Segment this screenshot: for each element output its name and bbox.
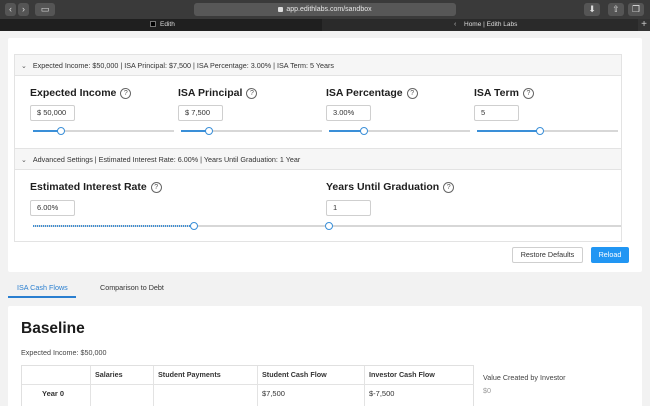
slider-handle[interactable] — [189, 222, 198, 230]
sidebar-toggle-icon[interactable]: ▭ — [35, 3, 55, 16]
tab-strip: Edith ‹ Home | Edith Labs — [0, 19, 650, 31]
isa-term-label: ISA Term? — [474, 87, 534, 99]
years-until-graduation-label: Years Until Graduation? — [326, 181, 455, 193]
years-until-graduation-slider[interactable] — [325, 222, 621, 230]
table-header: Student Payments — [158, 370, 221, 379]
table-header: Investor Cash Flow — [369, 370, 435, 379]
table-row-label: Year 0 — [42, 389, 65, 398]
table-header: Student Cash Flow — [262, 370, 327, 379]
help-icon[interactable]: ? — [120, 88, 132, 99]
browser-chrome: ‹ › ▭ app.edithlabs.com/sandbox ⬇ ⇧ ❐ Ed… — [0, 0, 650, 31]
browser-toolbar: ‹ › ▭ app.edithlabs.com/sandbox ⬇ ⇧ ❐ — [0, 0, 650, 19]
page-title: Baseline — [21, 320, 85, 337]
back-icon[interactable]: ‹ — [5, 3, 16, 16]
value-created-label: Value Created by Investor — [483, 373, 566, 382]
baseline-subtitle: Expected Income: $50,000 — [21, 348, 107, 357]
tab-home[interactable]: ‹ Home | Edith Labs — [324, 19, 638, 31]
address-text: app.edithlabs.com/sandbox — [286, 6, 372, 13]
help-icon[interactable]: ? — [150, 182, 162, 193]
reload-button[interactable]: Reload — [591, 247, 629, 263]
assumptions-summary: Expected Income: $50,000 | ISA Principal… — [32, 61, 335, 70]
help-icon[interactable]: ? — [443, 182, 455, 193]
tab-isa-cash-flows[interactable]: ISA Cash Flows — [17, 283, 68, 292]
isa-percentage-label: ISA Percentage? — [326, 87, 418, 99]
isa-principal-slider[interactable] — [181, 127, 322, 135]
table-header: Salaries — [95, 370, 123, 379]
restore-defaults-button[interactable]: Restore Defaults — [512, 247, 583, 263]
advanced-summary: Advanced Settings | Estimated Interest R… — [32, 155, 301, 164]
isa-term-input[interactable]: 5 — [474, 105, 519, 121]
years-until-graduation-input[interactable]: 1 — [326, 200, 371, 216]
advanced-header[interactable]: ⌄ Advanced Settings | Estimated Interest … — [14, 148, 622, 170]
tab-edith[interactable]: Edith — [0, 19, 322, 31]
lock-icon — [278, 6, 284, 12]
help-icon[interactable]: ? — [406, 88, 418, 99]
expected-income-input[interactable]: $ 50,000 — [30, 105, 75, 121]
address-bar[interactable]: app.edithlabs.com/sandbox — [194, 3, 456, 16]
tab-close-icon[interactable]: ‹ — [454, 19, 456, 31]
expected-income-label: Expected Income? — [30, 87, 132, 99]
isa-term-slider[interactable] — [477, 127, 618, 135]
value-created-amount: $0 — [483, 386, 491, 395]
table-cell: $7,500 — [262, 389, 285, 398]
tabs-overview-icon[interactable]: ❐ — [628, 3, 644, 16]
chevron-down-icon: ⌄ — [21, 157, 27, 164]
forward-icon[interactable]: › — [18, 3, 29, 16]
help-icon[interactable]: ? — [522, 88, 534, 99]
chevron-down-icon: ⌄ — [21, 63, 27, 70]
share-icon[interactable]: ⇧ — [608, 3, 624, 16]
isa-percentage-slider[interactable] — [329, 127, 470, 135]
interest-rate-label: Estimated Interest Rate? — [30, 181, 162, 193]
help-icon[interactable]: ? — [246, 88, 258, 99]
favicon-icon — [150, 21, 156, 28]
isa-principal-label: ISA Principal? — [178, 87, 258, 99]
slider-handle[interactable] — [325, 222, 333, 230]
new-tab-button[interactable]: + — [638, 19, 650, 31]
expected-income-slider[interactable] — [33, 127, 174, 135]
isa-percentage-input[interactable]: 3.00% — [326, 105, 371, 121]
assumptions-header[interactable]: ⌄ Expected Income: $50,000 | ISA Principa… — [14, 54, 622, 76]
download-icon[interactable]: ⬇ — [584, 3, 600, 16]
interest-rate-input[interactable]: 6.00% — [30, 200, 75, 216]
active-tab-indicator — [8, 296, 76, 298]
table-cell: $-7,500 — [369, 389, 395, 398]
interest-rate-slider[interactable] — [33, 222, 325, 230]
tab-comparison-to-debt[interactable]: Comparison to Debt — [100, 283, 164, 292]
isa-principal-input[interactable]: $ 7,500 — [178, 105, 223, 121]
